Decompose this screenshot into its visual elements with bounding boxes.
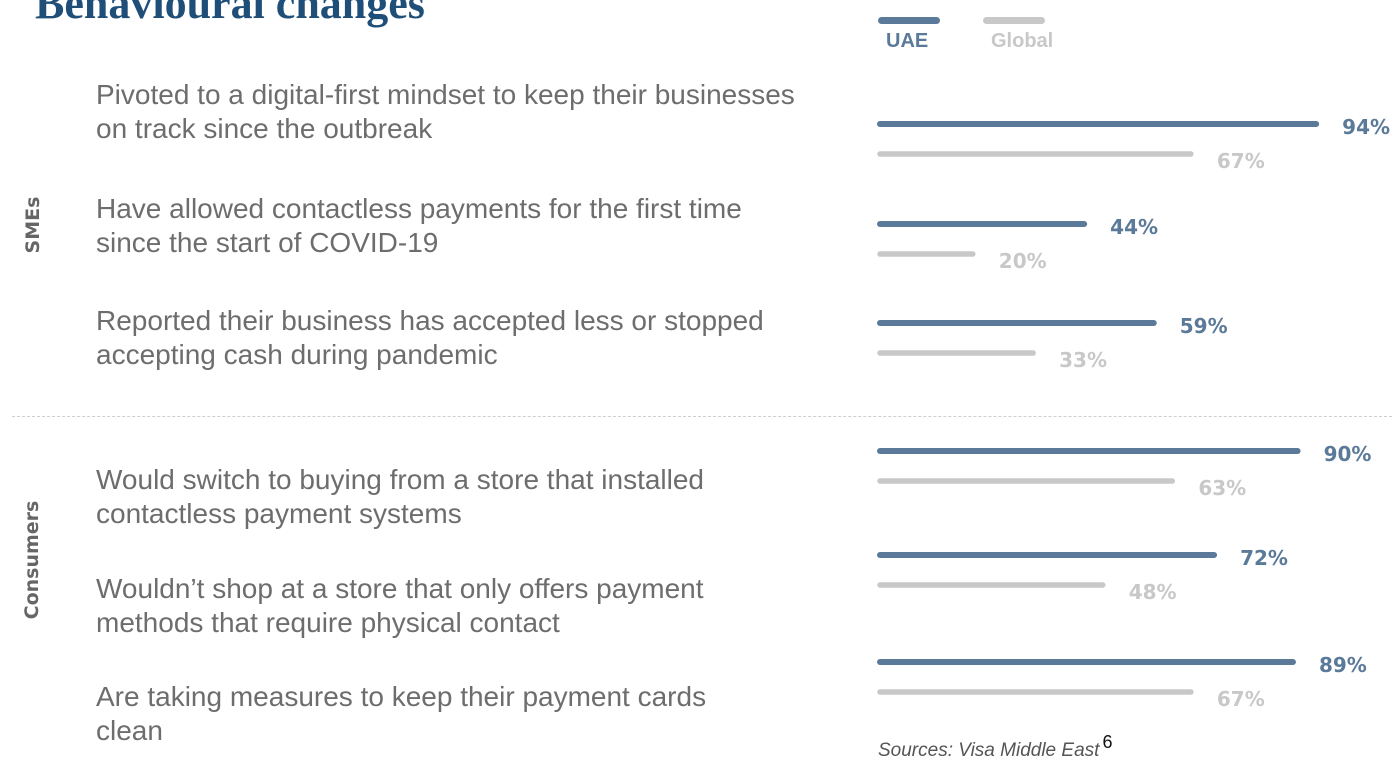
data-label-uae: 89%	[1319, 653, 1367, 677]
data-label-uae: 94%	[1342, 115, 1390, 139]
source-text: Sources: Visa Middle East	[878, 740, 1100, 761]
footnote-number: 6	[1102, 732, 1113, 752]
data-label-global: 20%	[999, 249, 1047, 273]
data-label-global: 33%	[1059, 348, 1107, 372]
data-label-global: 67%	[1217, 149, 1265, 173]
source-note: Sources: Visa Middle East 6	[878, 732, 1112, 762]
data-label-global: 48%	[1129, 580, 1177, 604]
data-label-uae: 59%	[1180, 314, 1228, 338]
data-label-global: 63%	[1198, 476, 1246, 500]
data-label-global: 67%	[1217, 687, 1265, 711]
bar-chart: 94% 67% 44% 20% 59% 33% 90% 63% 72% 48% 89% 67%	[877, 115, 1390, 711]
data-label-uae: 90%	[1324, 442, 1372, 466]
data-label-uae: 44%	[1110, 215, 1158, 239]
data-label-uae: 72%	[1240, 546, 1288, 570]
